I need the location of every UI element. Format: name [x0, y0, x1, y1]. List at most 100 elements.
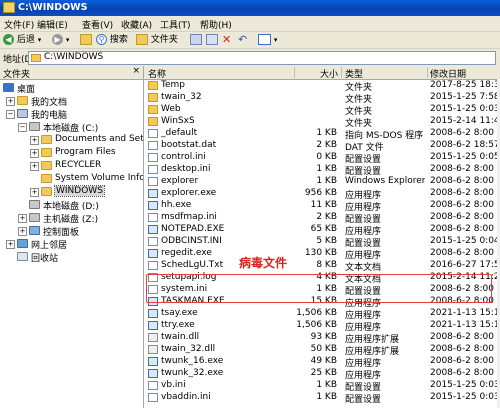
file-row[interactable]: SchedLgU.Txt 8 KB 文本文档 2016-6-27 17:57	[144, 260, 500, 273]
column-modified[interactable]: 修改日期	[430, 67, 466, 80]
file-row[interactable]: ttry.exe 1,506 KB 应用程序 2021-1-13 15:18	[144, 320, 500, 333]
column-type[interactable]: 类型	[345, 67, 363, 80]
file-row[interactable]: explorer.exe 956 KB 应用程序 2008-6-2 8:00	[144, 188, 500, 201]
file-row[interactable]: Temp 文件夹 2017-8-25 18:30	[144, 80, 500, 93]
file-row[interactable]: twain_32.dll 50 KB 应用程序扩展 2008-6-2 8:00	[144, 344, 500, 357]
file-size: 1 KB	[316, 380, 337, 390]
folder-icon	[3, 2, 15, 13]
file-size: 1 KB	[316, 176, 337, 186]
file-size: 1 KB	[316, 392, 337, 402]
forward-button[interactable]: ▶ ▾	[52, 34, 69, 46]
menu-tools[interactable]: 工具(T)	[160, 18, 191, 31]
folders-pane: 文件夹 × 桌面 + 我的文档 − 我的电脑 − 本地磁盘 (C:) + Doc…	[0, 66, 144, 408]
window-title: C:\WINDOWS	[18, 2, 88, 13]
expand-icon[interactable]: +	[30, 162, 39, 171]
folders-button[interactable]: 文件夹	[136, 34, 178, 46]
file-row[interactable]: twunk_16.exe 49 KB 应用程序 2008-6-2 8:00	[144, 356, 500, 369]
file-row[interactable]: _default 1 KB 指向 MS-DOS 程序 2008-6-2 8:00	[144, 128, 500, 141]
file-icon	[148, 129, 158, 138]
network-icon	[17, 239, 28, 248]
file-icon	[148, 237, 158, 246]
file-row[interactable]: twain_32 文件夹 2015-1-25 7:58	[144, 92, 500, 105]
file-name: tsay.exe	[161, 308, 198, 318]
expand-icon[interactable]: +	[18, 227, 27, 236]
file-row[interactable]: vbaddin.ini 1 KB 配置设置 2015-1-25 0:03	[144, 392, 500, 405]
tree-label: 网上邻居	[31, 241, 68, 251]
expand-icon[interactable]: +	[30, 149, 39, 158]
menu-help[interactable]: 帮助(H)	[200, 18, 232, 31]
file-name: twain.dll	[161, 332, 200, 342]
expand-icon[interactable]: +	[18, 214, 27, 223]
views-button[interactable]: ▾	[258, 34, 277, 46]
file-row[interactable]: tsay.exe 1,506 KB 应用程序 2021-1-13 15:18	[144, 308, 500, 321]
address-input[interactable]: C:\WINDOWS	[28, 51, 496, 65]
move-to-button[interactable]	[190, 34, 202, 46]
close-icon[interactable]: ×	[132, 66, 140, 76]
file-row[interactable]: msdfmap.ini 2 KB 配置设置 2008-6-2 8:00	[144, 212, 500, 225]
file-row[interactable]: vb.ini 1 KB 配置设置 2015-1-25 0:03	[144, 380, 500, 393]
file-row[interactable]: twain.dll 93 KB 应用程序扩展 2008-6-2 8:00	[144, 332, 500, 345]
file-name: vb.ini	[161, 380, 186, 390]
search-button[interactable]: ⚲ 搜索	[96, 34, 128, 46]
file-modified: 2008-6-2 8:00	[430, 248, 494, 258]
undo-icon[interactable]: ↶	[238, 34, 247, 46]
back-button[interactable]: ◀ 后退 ▾	[3, 34, 41, 46]
column-name[interactable]: 名称	[148, 67, 166, 80]
expand-icon[interactable]: +	[6, 240, 15, 249]
file-name: bootstat.dat	[161, 140, 217, 150]
file-modified: 2008-6-2 8:00	[430, 224, 494, 234]
file-row[interactable]: hh.exe 11 KB 应用程序 2008-6-2 8:00	[144, 200, 500, 213]
expand-icon[interactable]: +	[30, 188, 39, 197]
dll-icon	[148, 333, 158, 342]
file-row[interactable]: bootstat.dat 2 KB DAT 文件 2008-6-2 18:57	[144, 140, 500, 153]
application-icon	[148, 201, 158, 210]
file-row[interactable]: regedit.exe 130 KB 应用程序 2008-6-2 8:00	[144, 248, 500, 261]
file-name: _default	[161, 128, 198, 138]
file-row[interactable]: WinSxS 文件夹 2015-2-14 11:49	[144, 116, 500, 129]
copy-to-button[interactable]	[206, 34, 218, 46]
application-icon	[148, 249, 158, 258]
file-modified: 2017-8-25 18:30	[430, 80, 500, 90]
tree-label: 我的文档	[31, 98, 68, 108]
column-size[interactable]: 大小	[320, 67, 338, 80]
folder-icon	[41, 187, 52, 196]
application-icon	[148, 357, 158, 366]
file-row[interactable]: desktop.ini 1 KB 配置设置 2008-6-2 8:00	[144, 164, 500, 177]
delete-icon[interactable]: ✕	[222, 34, 231, 46]
menu-view[interactable]: 查看(V)	[82, 18, 113, 31]
column-divider[interactable]	[427, 67, 428, 78]
file-size: 1 KB	[316, 128, 337, 138]
up-button[interactable]	[80, 34, 92, 46]
tree-label: 我的电脑	[31, 111, 68, 121]
file-name: msdfmap.ini	[161, 212, 217, 222]
file-size: 8 KB	[316, 260, 337, 270]
file-size: 2 KB	[316, 212, 337, 222]
file-row[interactable]: explorer 1 KB Windows Explorer C 2008-6-2 8…	[144, 176, 500, 188]
file-modified: 2008-6-2 8:00	[430, 368, 494, 378]
expand-icon[interactable]: +	[30, 136, 39, 145]
address-value: C:\WINDOWS	[44, 52, 104, 62]
file-row[interactable]: NOTEPAD.EXE 65 KB 应用程序 2008-6-2 8:00	[144, 224, 500, 237]
chevron-down-icon: ▾	[273, 36, 278, 44]
file-type: 配置设置	[345, 395, 382, 405]
menu-edit[interactable]: 编辑(E)	[37, 18, 68, 31]
file-row[interactable]: ODBCINST.INI 5 KB 配置设置 2015-1-25 0:04	[144, 236, 500, 249]
menu-file[interactable]: 文件(F)	[4, 18, 34, 31]
collapse-icon[interactable]: −	[18, 123, 27, 132]
local-disk-icon	[29, 122, 40, 131]
expand-icon[interactable]: +	[6, 97, 15, 106]
file-modified: 2008-6-2 8:00	[430, 128, 494, 138]
folder-icon	[41, 135, 52, 144]
column-divider[interactable]	[294, 67, 295, 78]
file-modified: 2015-1-25 0:03	[430, 104, 500, 114]
tree-label: RECYCLER	[55, 160, 102, 170]
file-row[interactable]: twunk_32.exe 25 KB 应用程序 2008-6-2 8:00	[144, 368, 500, 381]
host-disk-icon	[29, 213, 40, 222]
file-icon	[148, 165, 158, 174]
menu-favorites[interactable]: 收藏(A)	[121, 18, 152, 31]
file-row[interactable]: control.ini 0 KB 配置设置 2015-1-25 0:05	[144, 152, 500, 165]
column-divider[interactable]	[341, 67, 342, 78]
collapse-icon[interactable]: −	[6, 110, 15, 119]
address-bar: 地址(D) C:\WINDOWS	[0, 49, 500, 67]
file-row[interactable]: Web 文件夹 2015-1-25 0:03	[144, 104, 500, 117]
